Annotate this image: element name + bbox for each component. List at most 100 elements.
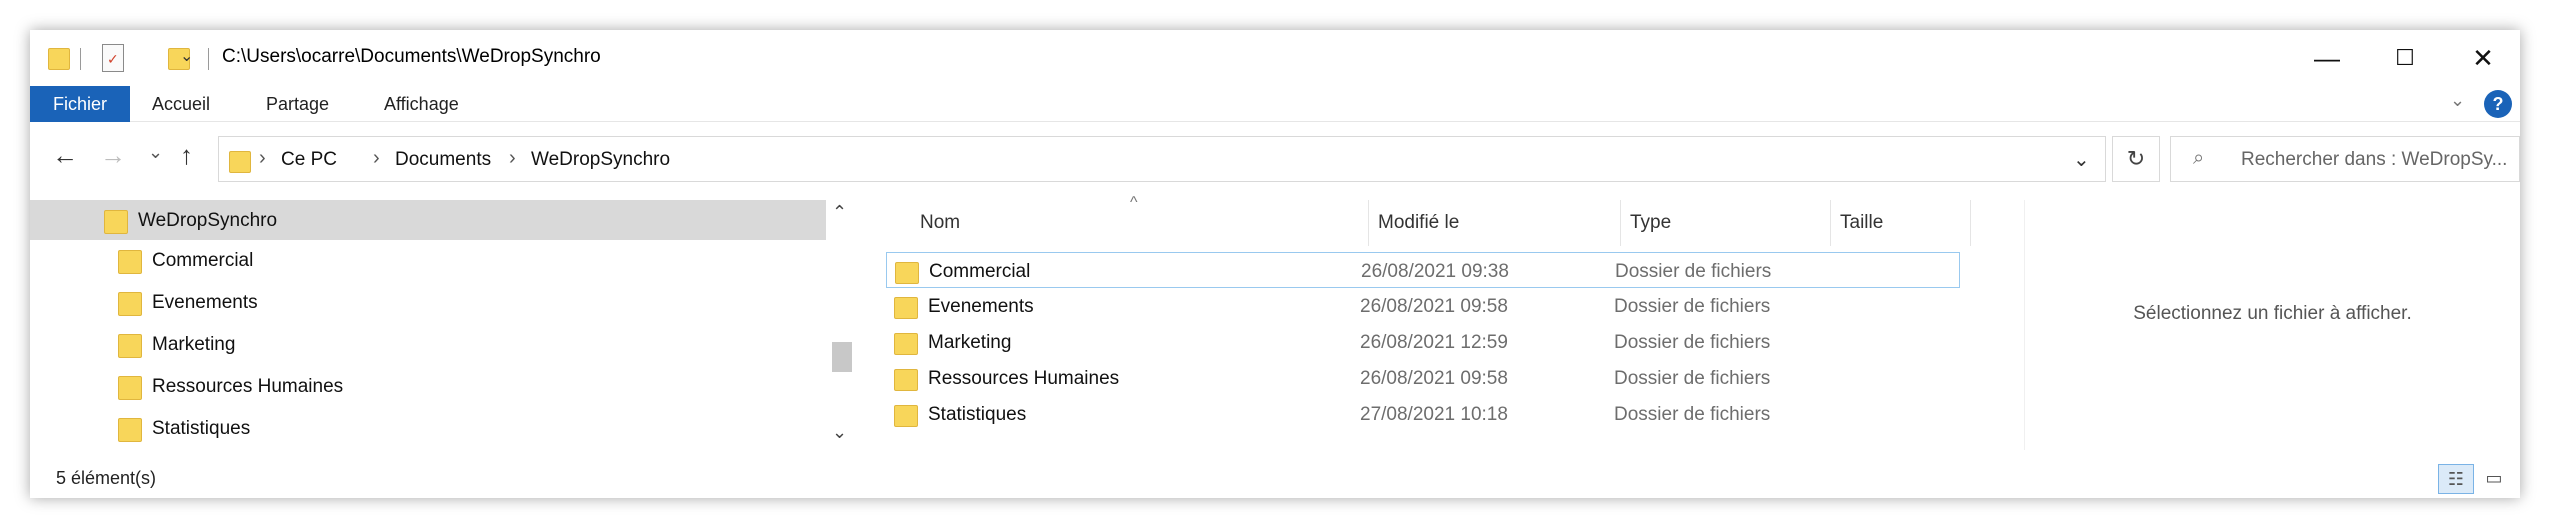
- tree-item-marketing[interactable]: Marketing: [30, 324, 826, 364]
- column-header-type[interactable]: Type: [1620, 200, 1830, 246]
- breadcrumb-ce-pc[interactable]: Ce PC: [281, 149, 337, 171]
- preview-pane: Sélectionnez un fichier à afficher.: [2024, 200, 2520, 450]
- tree-item-label: Evenements: [152, 292, 258, 313]
- navigation-pane-scrollbar[interactable]: ⌃ ⌄: [826, 200, 856, 450]
- tree-item-label: WeDropSynchro: [138, 210, 278, 231]
- search-input[interactable]: ⌕ Rechercher dans : WeDropSy...: [2170, 136, 2520, 182]
- file-list: Nom ^ Modifié le Type Taille Commercial …: [886, 194, 2010, 450]
- navigation-pane: WeDropSynchro Commercial Evenements Mark…: [30, 200, 856, 450]
- breadcrumb-wedropsynchro[interactable]: WeDropSynchro: [531, 149, 670, 171]
- address-dropdown-chevron-icon[interactable]: ⌄: [2073, 147, 2090, 172]
- column-header-taille[interactable]: Taille: [1830, 200, 1970, 246]
- file-name: Statistiques: [928, 404, 1027, 425]
- help-icon[interactable]: ?: [2484, 90, 2512, 118]
- file-modified: 26/08/2021 12:59: [1360, 332, 1508, 353]
- file-type: Dossier de fichiers: [1614, 404, 1771, 425]
- file-name: Evenements: [928, 296, 1034, 317]
- column-header-nom[interactable]: Nom ^: [886, 194, 1360, 246]
- file-modified: 26/08/2021 09:58: [1360, 368, 1508, 389]
- title-bar: ✓ ⌄ C:\Users\ocarre\Documents\WeDropSync…: [30, 30, 2520, 86]
- tree-item-ressources-humaines[interactable]: Ressources Humaines: [30, 366, 826, 406]
- folder-icon: [894, 401, 918, 427]
- file-row-marketing[interactable]: Marketing 26/08/2021 12:59 Dossier de fi…: [886, 324, 1960, 360]
- properties-checkmark-icon[interactable]: ✓: [102, 44, 124, 72]
- tree-item-statistiques[interactable]: Statistiques: [30, 408, 826, 448]
- file-name: Ressources Humaines: [928, 368, 1120, 389]
- column-divider[interactable]: [1970, 200, 1971, 246]
- tree-item-label: Statistiques: [152, 418, 251, 439]
- recent-locations-chevron-icon[interactable]: ⌄: [148, 142, 163, 163]
- folder-icon: [118, 330, 142, 358]
- column-header-label: Modifié le: [1378, 212, 1460, 233]
- file-type: Dossier de fichiers: [1614, 296, 1771, 317]
- folder-icon: [104, 206, 128, 234]
- customize-dropdown-icon[interactable]: ⌄: [180, 46, 193, 66]
- search-placeholder: Rechercher dans : WeDropSy...: [2241, 149, 2508, 170]
- column-header-label: Taille: [1840, 212, 1884, 233]
- file-name: Commercial: [929, 261, 1031, 282]
- navigation-row: ← → ⌄ ↑ › Ce PC › Documents › WeDropSync…: [30, 130, 2520, 186]
- status-bar: 5 élément(s) ☷ ▭: [30, 458, 2520, 498]
- folder-icon: [894, 293, 918, 319]
- column-header-modifie-le[interactable]: Modifié le: [1368, 200, 1620, 246]
- file-row-evenements[interactable]: Evenements 26/08/2021 09:58 Dossier de f…: [886, 288, 1960, 324]
- details-view-icon[interactable]: ☷: [2438, 464, 2474, 494]
- ribbon-tabs: Fichier Accueil Partage Affichage ⌄ ?: [30, 86, 2520, 122]
- tab-affichage[interactable]: Affichage: [384, 86, 459, 122]
- file-modified: 26/08/2021 09:58: [1360, 296, 1508, 317]
- tree-item-label: Ressources Humaines: [152, 376, 344, 397]
- file-row-statistiques[interactable]: Statistiques 27/08/2021 10:18 Dossier de…: [886, 396, 1960, 432]
- folder-icon: [895, 258, 919, 284]
- minimize-button[interactable]: —: [2294, 38, 2360, 78]
- scrollbar-thumb[interactable]: [832, 342, 852, 372]
- forward-arrow-icon[interactable]: →: [100, 140, 126, 171]
- file-modified: 27/08/2021 10:18: [1360, 404, 1508, 425]
- breadcrumb-separator[interactable]: ›: [509, 147, 516, 170]
- tree-item-evenements[interactable]: Evenements: [30, 282, 826, 322]
- file-explorer-window: ✓ ⌄ C:\Users\ocarre\Documents\WeDropSync…: [30, 30, 2520, 498]
- maximize-button[interactable]: ☐: [2372, 38, 2438, 78]
- scroll-up-chevron-icon[interactable]: ⌃: [832, 202, 847, 223]
- folder-icon: [118, 246, 142, 274]
- scroll-down-chevron-icon[interactable]: ⌄: [832, 422, 847, 443]
- file-modified: 26/08/2021 09:38: [1361, 261, 1509, 282]
- folder-icon: [118, 288, 142, 316]
- quick-access-divider: [208, 48, 209, 70]
- folder-icon: [894, 329, 918, 355]
- folder-icon: [48, 44, 70, 70]
- refresh-button[interactable]: ↻: [2112, 136, 2160, 182]
- quick-access-divider: [80, 48, 81, 70]
- file-row-ressources-humaines[interactable]: Ressources Humaines 26/08/2021 09:58 Dos…: [886, 360, 1960, 396]
- column-header-label: Nom: [920, 212, 961, 233]
- folder-icon: [894, 365, 918, 391]
- window-title-path: C:\Users\ocarre\Documents\WeDropSynchro: [222, 46, 601, 67]
- tree-item-label: Commercial: [152, 250, 254, 271]
- breadcrumb-separator[interactable]: ›: [259, 147, 266, 170]
- item-count: 5 élément(s): [56, 468, 157, 488]
- tab-fichier[interactable]: Fichier: [30, 86, 130, 122]
- folder-icon: [229, 147, 251, 173]
- file-name: Marketing: [928, 332, 1012, 353]
- tab-accueil[interactable]: Accueil: [152, 86, 210, 122]
- tree-item-label: Marketing: [152, 334, 236, 355]
- tree-item-commercial[interactable]: Commercial: [30, 240, 826, 280]
- preview-message: Sélectionnez un fichier à afficher.: [2133, 303, 2412, 324]
- address-bar[interactable]: › Ce PC › Documents › WeDropSynchro ⌄: [218, 136, 2106, 182]
- folder-icon: [118, 414, 142, 442]
- close-button[interactable]: ✕: [2450, 38, 2516, 78]
- breadcrumb-documents[interactable]: Documents: [395, 149, 491, 171]
- file-type: Dossier de fichiers: [1614, 332, 1771, 353]
- back-arrow-icon[interactable]: ←: [52, 140, 78, 171]
- tree-item-wedropsynchro[interactable]: WeDropSynchro: [30, 200, 826, 240]
- large-icons-view-icon[interactable]: ▭: [2476, 464, 2512, 494]
- file-type: Dossier de fichiers: [1615, 261, 1772, 282]
- file-type: Dossier de fichiers: [1614, 368, 1771, 389]
- up-arrow-icon[interactable]: ↑: [180, 140, 193, 171]
- file-row-commercial[interactable]: Commercial 26/08/2021 09:38 Dossier de f…: [886, 252, 1960, 288]
- breadcrumb-separator[interactable]: ›: [373, 147, 380, 170]
- sort-ascending-caret-icon: ^: [1130, 194, 1138, 211]
- tab-partage[interactable]: Partage: [266, 86, 329, 122]
- column-header-label: Type: [1630, 212, 1672, 233]
- expand-ribbon-chevron-icon[interactable]: ⌄: [2450, 90, 2465, 111]
- search-icon: ⌕: [2193, 147, 2205, 169]
